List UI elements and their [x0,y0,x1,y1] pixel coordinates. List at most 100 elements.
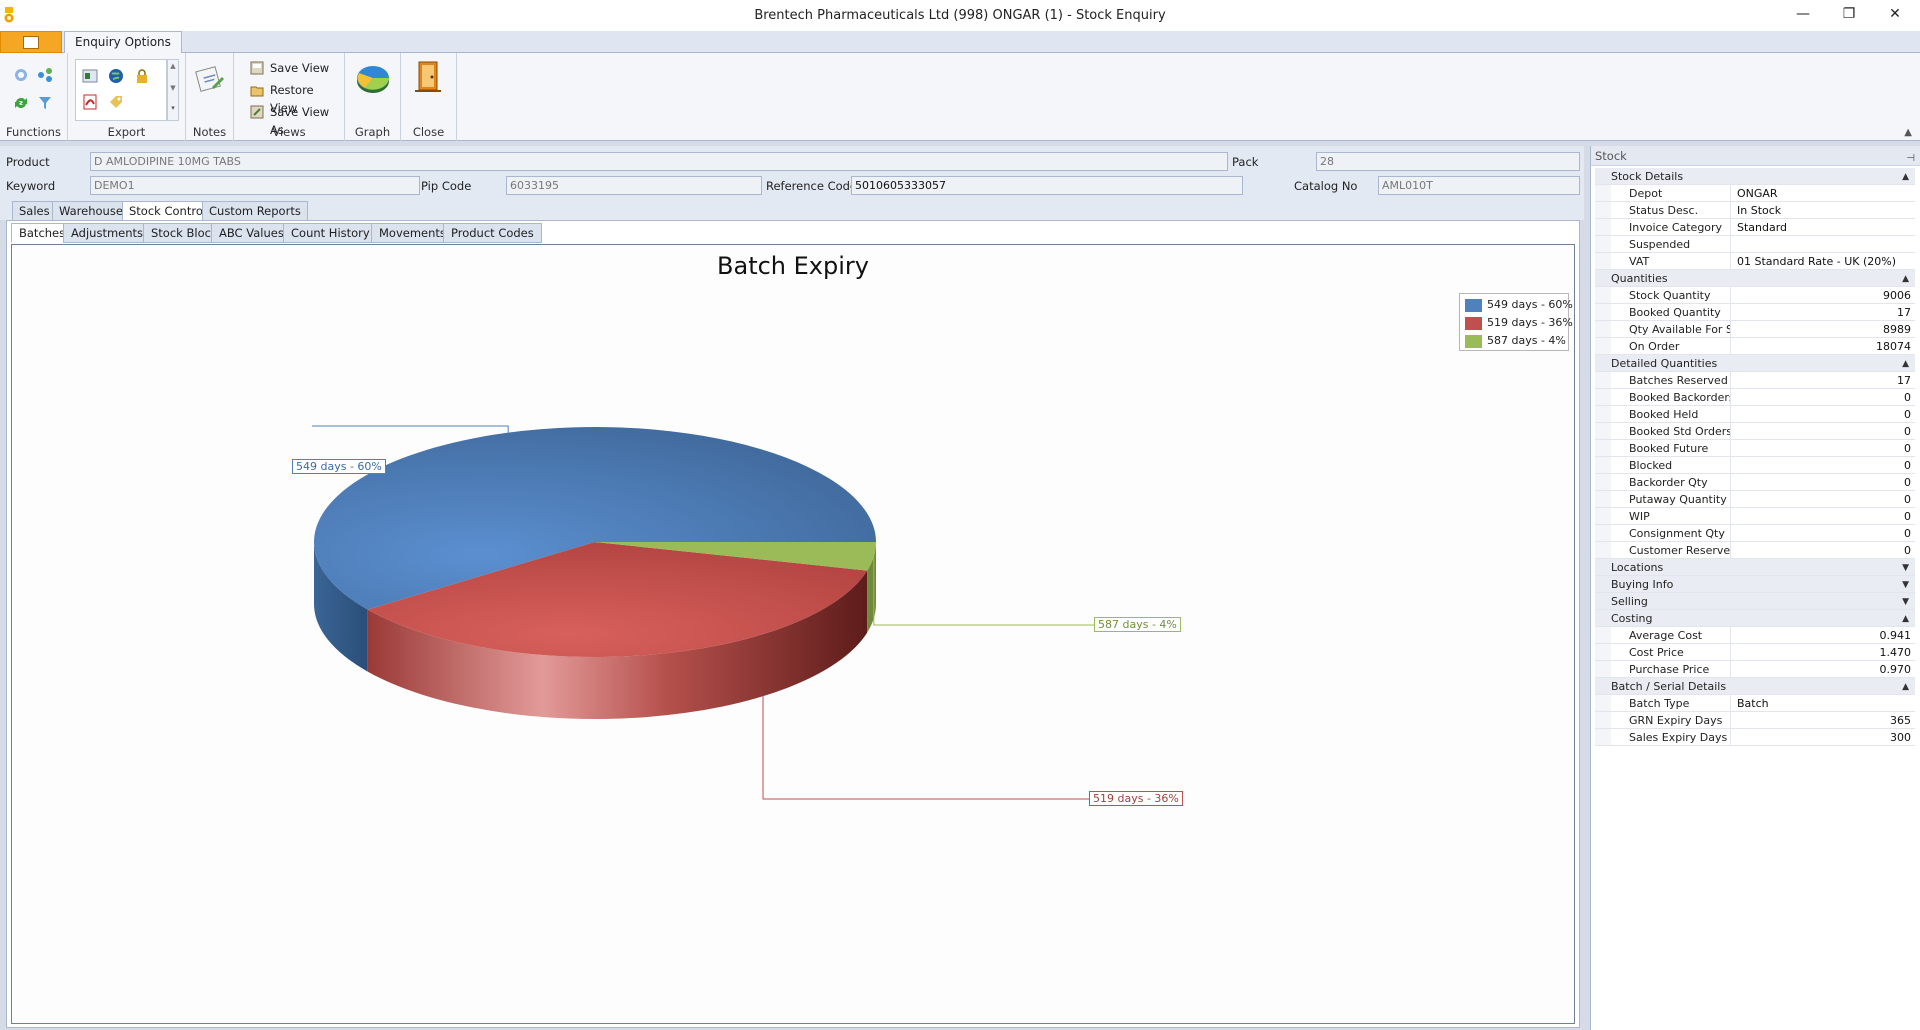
tab-stock-control[interactable]: Stock Control [122,201,214,222]
property-value[interactable]: 18074 [1733,338,1915,355]
pie-chart-icon[interactable] [355,61,391,97]
pin-icon[interactable]: ⊣ [1906,149,1915,169]
application-menu-button[interactable] [0,31,62,53]
tab-abc-values[interactable]: ABC Values [211,223,292,243]
save-view-as-button[interactable]: Save View As [250,103,344,137]
collapse-icon[interactable]: ▲ [1902,679,1909,696]
reference-code-field[interactable]: 5010605333057 [851,176,1243,195]
refresh-icon[interactable] [13,67,29,83]
property-row-booked-future[interactable]: Booked Future 0 [1595,440,1915,457]
property-value[interactable]: 8989 [1733,321,1915,338]
property-value[interactable]: 0 [1733,423,1915,440]
gallery-expand-icon[interactable]: ▾ [168,104,178,112]
pdf-icon[interactable] [82,94,98,110]
excel-icon[interactable] [82,68,98,84]
collapse-icon[interactable]: ▲ [1902,271,1909,288]
tab-count-history[interactable]: Count History [283,223,378,243]
property-row-qty-available-for-sale[interactable]: Qty Available For Sale8989 [1595,321,1915,338]
property-row-purchase-price[interactable]: Purchase Price 0.970 [1595,661,1915,678]
tab-custom-reports[interactable]: Custom Reports [202,201,308,221]
gallery-scroll[interactable]: ▲ ▼ ▾ [167,59,179,121]
property-value[interactable]: 9006 [1733,287,1915,304]
scroll-down-icon[interactable]: ▼ [168,84,178,92]
pip-code-field[interactable]: 6033195 [506,176,762,195]
keyword-field[interactable]: DEMO1 [90,176,420,195]
property-row-booked-held[interactable]: Booked Held 0 [1595,406,1915,423]
property-row-grn-expiry-days[interactable]: GRN Expiry Days 365 [1595,712,1915,729]
category-selling[interactable]: Selling ▼ [1595,593,1915,610]
collapse-ribbon-icon[interactable]: ▲ [1904,127,1912,138]
property-value[interactable]: 0.941 [1733,627,1915,644]
filter-icon[interactable] [37,95,53,111]
property-row-average-cost[interactable]: Average Cost 0.941 [1595,627,1915,644]
pack-field[interactable]: 28 [1316,152,1580,171]
property-value[interactable]: 300 [1733,729,1915,746]
tab-warehouse[interactable]: Warehouse [52,201,130,221]
property-value[interactable]: ONGAR [1733,185,1915,202]
tab-product-codes[interactable]: Product Codes [443,223,542,243]
property-value[interactable]: 0 [1733,525,1915,542]
property-row-on-order[interactable]: On Order 18074 [1595,338,1915,355]
exit-door-icon[interactable] [413,59,445,95]
property-value[interactable]: Batch [1733,695,1915,712]
property-row-customer-reserve-qty[interactable]: Customer Reserve Qty0 [1595,542,1915,559]
scroll-up-icon[interactable]: ▲ [168,62,178,70]
property-row-booked-backorders[interactable]: Booked Backorders 0 [1595,389,1915,406]
product-field[interactable]: D AMLODIPINE 10MG TABS [90,152,1228,171]
save-view-button[interactable]: Save View [250,59,329,77]
property-row-sales-expiry-days[interactable]: Sales Expiry Days 300 [1595,729,1915,746]
property-row-stock-quantity[interactable]: Stock Quantity 9006 [1595,287,1915,304]
property-value[interactable]: 1.470 [1733,644,1915,661]
category-detailed-quantities[interactable]: Detailed Quantities ▲ [1595,355,1915,372]
property-row-wip[interactable]: WIP 0 [1595,508,1915,525]
collapse-icon[interactable]: ▲ [1902,356,1909,373]
property-row-blocked[interactable]: Blocked 0 [1595,457,1915,474]
tab-adjustments[interactable]: Adjustments [63,223,152,243]
property-row-batches-reserved[interactable]: Batches Reserved 17 [1595,372,1915,389]
lock-icon[interactable] [134,68,150,84]
property-row-invoice-category[interactable]: Invoice Category Standard [1595,219,1915,236]
expand-icon[interactable]: ▼ [1902,594,1909,611]
property-value[interactable]: 365 [1733,712,1915,729]
property-value[interactable]: Standard [1733,219,1915,236]
property-row-vat[interactable]: VAT 01 Standard Rate - UK (20%) [1595,253,1915,270]
property-value[interactable]: 0 [1733,440,1915,457]
close-window-button[interactable]: ✕ [1872,0,1918,31]
property-row-batch-type[interactable]: Batch Type Batch [1595,695,1915,712]
category-stock-details[interactable]: Stock Details ▲ [1595,168,1915,185]
property-row-status-desc[interactable]: Status Desc. In Stock [1595,202,1915,219]
category-costing[interactable]: Costing ▲ [1595,610,1915,627]
tab-movements[interactable]: Movements [371,223,454,243]
catalog-no-field[interactable]: AML010T [1378,176,1580,195]
property-value[interactable]: 0 [1733,389,1915,406]
property-value[interactable]: In Stock [1733,202,1915,219]
sync-icon[interactable] [13,95,29,111]
property-row-booked-quantity[interactable]: Booked Quantity 17 [1595,304,1915,321]
property-value[interactable]: 17 [1733,372,1915,389]
property-row-cost-price[interactable]: Cost Price 1.470 [1595,644,1915,661]
property-value[interactable]: 0.970 [1733,661,1915,678]
tab-sales[interactable]: Sales [12,201,57,221]
property-value[interactable]: 17 [1733,304,1915,321]
property-row-backorder-qty[interactable]: Backorder Qty 0 [1595,474,1915,491]
category-batch-serial-details[interactable]: Batch / Serial Details ▲ [1595,678,1915,695]
expand-icon[interactable]: ▼ [1902,577,1909,594]
share-icon[interactable] [37,67,53,83]
property-row-suspended[interactable]: Suspended [1595,236,1915,253]
property-row-putaway-quantity[interactable]: Putaway Quantity 0 [1595,491,1915,508]
category-buying-info[interactable]: Buying Info ▼ [1595,576,1915,593]
category-locations[interactable]: Locations ▼ [1595,559,1915,576]
property-value[interactable]: 0 [1733,406,1915,423]
property-row-consignment-qty[interactable]: Consignment Qty 0 [1595,525,1915,542]
tab-enquiry-options[interactable]: Enquiry Options [64,31,182,53]
property-row-booked-std-orders[interactable]: Booked Std Orders 0 [1595,423,1915,440]
property-value[interactable]: 01 Standard Rate - UK (20%) [1733,253,1915,270]
expand-icon[interactable]: ▼ [1902,560,1909,577]
property-value[interactable]: 0 [1733,491,1915,508]
minimize-button[interactable]: — [1780,0,1826,31]
property-value[interactable]: 0 [1733,457,1915,474]
collapse-icon[interactable]: ▲ [1902,169,1909,186]
tag-icon[interactable] [108,94,124,110]
property-value[interactable]: 0 [1733,474,1915,491]
property-value[interactable]: 0 [1733,542,1915,559]
